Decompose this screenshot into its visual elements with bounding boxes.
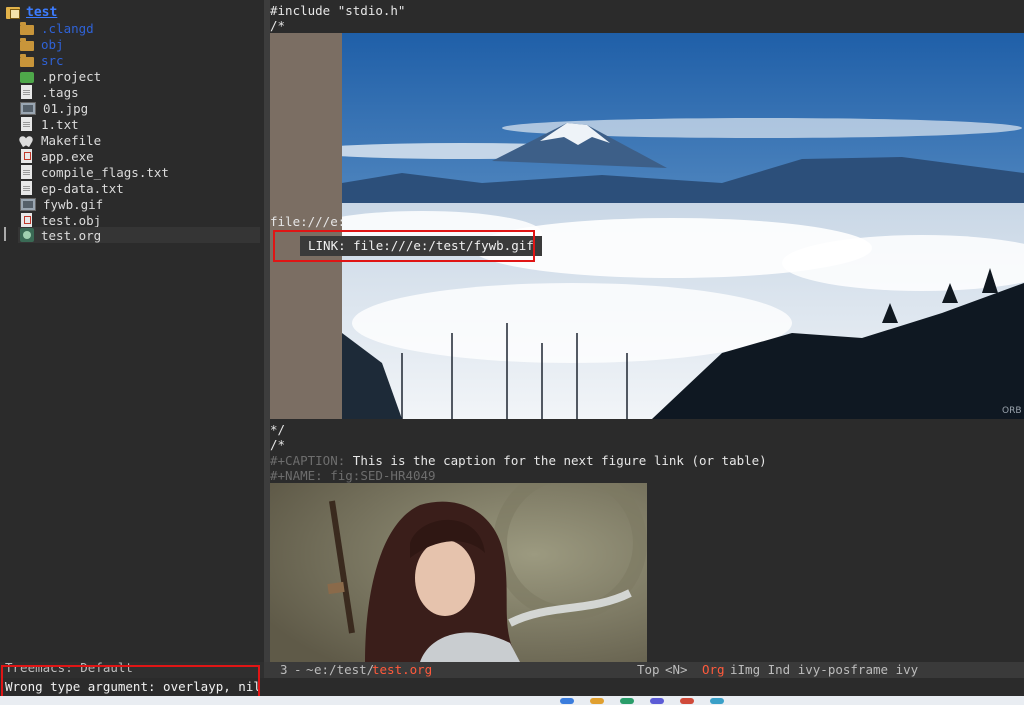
modeline-major-mode[interactable]: Org (702, 662, 725, 678)
exe-file-icon (21, 213, 32, 227)
taskbar-app-icon[interactable] (620, 698, 634, 704)
exe-file-icon (21, 149, 32, 163)
mountain-landscape-image: ORB (342, 33, 1024, 419)
tree-item-label: .tags (41, 84, 79, 100)
highlight-box-tooltip (273, 230, 535, 262)
selection-fringe-marker (4, 227, 6, 241)
tree-item-label: .project (41, 68, 102, 84)
tree-item-app-exe[interactable]: app.exe (20, 148, 94, 164)
tree-item-label: test.org (41, 227, 102, 243)
code-line-comment-open-2: /* (270, 437, 286, 452)
code-line-comment-close: */ (270, 422, 286, 437)
taskbar-app-icon[interactable] (560, 698, 574, 704)
inline-image-mountain[interactable]: ORB (342, 33, 1024, 419)
taskbar-app-icon[interactable] (680, 698, 694, 704)
modeline-minor-modes[interactable]: iImg Ind ivy-posframe ivy (730, 662, 918, 678)
text-file-icon (21, 85, 32, 99)
modeline-line-number: 3 (280, 662, 288, 677)
tree-item-ep-data[interactable]: ep-data.txt (20, 180, 124, 196)
image-watermark: ORB (1002, 406, 1022, 416)
tree-item-project[interactable]: .project (20, 68, 101, 84)
taskbar-app-icon[interactable] (650, 698, 664, 704)
tree-root-label: test (26, 4, 58, 20)
tree-item-label: src (41, 52, 64, 68)
text-file-icon (21, 117, 32, 131)
tree-item-label: Makefile (41, 132, 102, 148)
tree-item-label: 01.jpg (43, 100, 89, 116)
name-value: fig:SED-HR4049 (322, 468, 436, 483)
tree-item-clangd[interactable]: .clangd (20, 20, 94, 36)
tree-item-label: .clangd (41, 20, 94, 36)
tree-item-label: ep-data.txt (41, 180, 124, 196)
tree-item-obj[interactable]: obj (20, 36, 64, 52)
code-line-include: #include "stdio.h" (270, 3, 406, 18)
modeline-marker: ~ (306, 662, 314, 677)
tree-item-1-txt[interactable]: 1.txt (20, 116, 79, 132)
modeline-evil-state: <N> (665, 662, 688, 677)
tree-item-01-jpg[interactable]: 01.jpg (20, 100, 88, 116)
name-keyword: #+NAME: (270, 468, 323, 483)
folder-icon (20, 21, 34, 35)
highlight-box-echo (1, 665, 260, 698)
folder-icon (20, 37, 34, 51)
image-file-icon (20, 198, 36, 211)
taskbar-app-icon[interactable] (710, 698, 724, 704)
org-file-icon (20, 228, 34, 242)
text-file-icon (21, 181, 32, 195)
os-taskbar (0, 696, 1024, 705)
inline-image-portrait[interactable] (270, 483, 647, 662)
tree-item-makefile[interactable]: Makefile (20, 132, 101, 148)
taskbar-app-icon[interactable] (590, 698, 604, 704)
tree-item-compile-flags[interactable]: compile_flags.txt (20, 164, 169, 180)
tree-item-fywb-gif[interactable]: fywb.gif (20, 196, 103, 212)
caption-keyword: #+CAPTION: (270, 453, 346, 468)
tree-item-label: 1.txt (41, 116, 79, 132)
modeline-position: Top (637, 662, 660, 677)
image-file-icon (20, 102, 36, 115)
project-root-icon (6, 7, 20, 19)
tree-item-src[interactable]: src (20, 52, 64, 68)
folder-icon (20, 53, 34, 67)
editor-window[interactable]: #include "stdio.h" /* ORB file:///e: LIN… (270, 0, 1024, 662)
tree-item-label: obj (41, 36, 64, 52)
tree-item-label: compile_flags.txt (41, 164, 169, 180)
makefile-icon (20, 134, 34, 146)
treemacs-panel: test .clangd obj src .project .tags 01.j… (0, 0, 264, 662)
tree-item-test-org[interactable]: test.org (18, 227, 260, 243)
tree-item-tags[interactable]: .tags (20, 84, 79, 100)
modeline-filename[interactable]: test.org (372, 662, 432, 678)
tree-item-test-obj[interactable]: test.obj (20, 212, 101, 228)
tree-item-label: fywb.gif (43, 196, 104, 212)
code-line-name: #+NAME: fig:SED-HR4049 (270, 468, 436, 483)
tree-root[interactable]: test (6, 4, 57, 20)
caption-text: This is the caption for the next figure … (345, 453, 767, 468)
tree-item-label: app.exe (41, 148, 94, 164)
editor-mode-line: 3 - ~ e:/test/ test.org Top <N> Org iImg… (264, 662, 1024, 678)
project-icon (20, 71, 34, 83)
code-line-file-link[interactable]: file:///e: (270, 214, 345, 229)
tree-item-label: test.obj (41, 212, 102, 228)
code-line-caption: #+CAPTION: This is the caption for the n… (270, 453, 767, 468)
modeline-separator: - (294, 662, 302, 677)
code-line-comment-open: /* (270, 18, 286, 33)
modeline-path: e:/test/ (314, 662, 375, 677)
portrait-painting-image (270, 483, 647, 662)
text-file-icon (21, 165, 32, 179)
